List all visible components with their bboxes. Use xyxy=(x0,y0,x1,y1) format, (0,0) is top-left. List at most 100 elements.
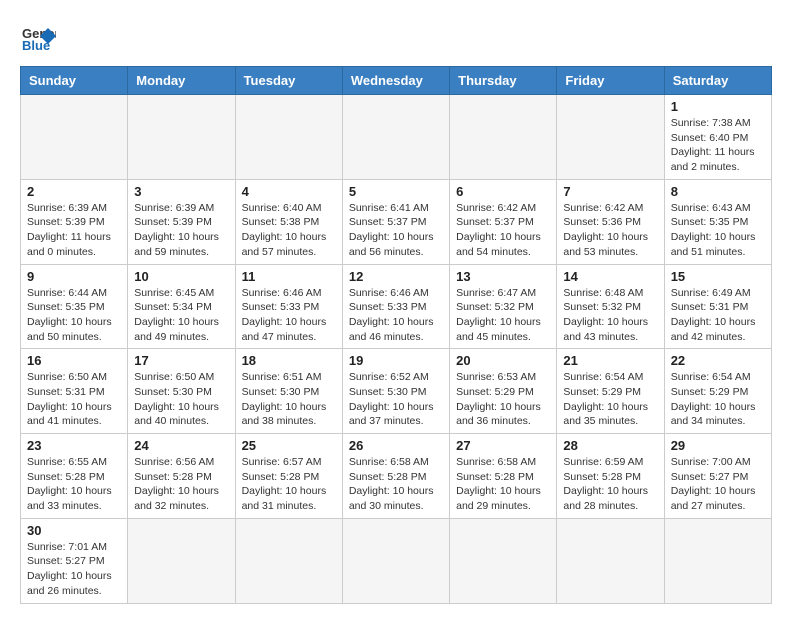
weekday-header-monday: Monday xyxy=(128,67,235,95)
calendar-day-cell: 21Sunrise: 6:54 AM Sunset: 5:29 PM Dayli… xyxy=(557,349,664,434)
day-number: 13 xyxy=(456,269,550,284)
day-number: 15 xyxy=(671,269,765,284)
calendar-day-cell: 10 Sunrise: 6:45 AM Sunset: 5:34 PM Dayli… xyxy=(128,264,235,349)
calendar-day-cell xyxy=(128,518,235,603)
day-number: 18 xyxy=(242,353,336,368)
day-info: Sunrise: 6:44 AM Sunset: 5:35 PM Dayligh… xyxy=(27,286,121,345)
day-number: 20 xyxy=(456,353,550,368)
calendar-day-cell: 23Sunrise: 6:55 AM Sunset: 5:28 PM Dayli… xyxy=(21,434,128,519)
day-info: Sunrise: 6:48 AM Sunset: 5:32 PM Dayligh… xyxy=(563,286,657,345)
calendar-day-cell xyxy=(557,95,664,180)
day-info: Sunrise: 6:46 AM Sunset: 5:33 PM Dayligh… xyxy=(242,286,336,345)
day-info: Sunrise: 6:43 AM Sunset: 5:35 PM Dayligh… xyxy=(671,201,765,260)
day-info: Sunrise: 6:47 AM Sunset: 5:32 PM Dayligh… xyxy=(456,286,550,345)
day-number: 6 xyxy=(456,184,550,199)
weekday-header-sunday: Sunday xyxy=(21,67,128,95)
day-info: Sunrise: 6:46 AM Sunset: 5:33 PM Dayligh… xyxy=(349,286,443,345)
calendar-day-cell: 19 Sunrise: 6:52 AM Sunset: 5:30 PM Dayli… xyxy=(342,349,449,434)
calendar-day-cell: 22 Sunrise: 6:54 AM Sunset: 5:29 PM Dayli… xyxy=(664,349,771,434)
day-info: Sunrise: 6:45 AM Sunset: 5:34 PM Dayligh… xyxy=(134,286,228,345)
calendar-day-cell: 30Sunrise: 7:01 AM Sunset: 5:27 PM Dayli… xyxy=(21,518,128,603)
calendar-day-cell: 15Sunrise: 6:49 AM Sunset: 5:31 PM Dayli… xyxy=(664,264,771,349)
weekday-header-tuesday: Tuesday xyxy=(235,67,342,95)
logo: General Blue xyxy=(20,20,56,56)
calendar-week-row: 23Sunrise: 6:55 AM Sunset: 5:28 PM Dayli… xyxy=(21,434,772,519)
day-number: 3 xyxy=(134,184,228,199)
calendar-day-cell xyxy=(235,518,342,603)
day-number: 26 xyxy=(349,438,443,453)
calendar-day-cell xyxy=(128,95,235,180)
day-number: 8 xyxy=(671,184,765,199)
calendar-day-cell: 27Sunrise: 6:58 AM Sunset: 5:28 PM Dayli… xyxy=(450,434,557,519)
day-number: 5 xyxy=(349,184,443,199)
calendar-week-row: 16 Sunrise: 6:50 AM Sunset: 5:31 PM Dayli… xyxy=(21,349,772,434)
day-info: Sunrise: 6:42 AM Sunset: 5:37 PM Dayligh… xyxy=(456,201,550,260)
calendar-day-cell: 12Sunrise: 6:46 AM Sunset: 5:33 PM Dayli… xyxy=(342,264,449,349)
calendar-day-cell xyxy=(235,95,342,180)
day-info: Sunrise: 6:52 AM Sunset: 5:30 PM Dayligh… xyxy=(349,370,443,429)
day-number: 17 xyxy=(134,353,228,368)
calendar-day-cell xyxy=(342,518,449,603)
calendar-day-cell: 4Sunrise: 6:40 AM Sunset: 5:38 PM Daylig… xyxy=(235,179,342,264)
day-info: Sunrise: 6:58 AM Sunset: 5:28 PM Dayligh… xyxy=(349,455,443,514)
day-info: Sunrise: 6:50 AM Sunset: 5:30 PM Dayligh… xyxy=(134,370,228,429)
calendar-day-cell: 6 Sunrise: 6:42 AM Sunset: 5:37 PM Daylig… xyxy=(450,179,557,264)
day-number: 10 xyxy=(134,269,228,284)
calendar-day-cell: 20 Sunrise: 6:53 AM Sunset: 5:29 PM Dayli… xyxy=(450,349,557,434)
day-info: Sunrise: 6:59 AM Sunset: 5:28 PM Dayligh… xyxy=(563,455,657,514)
day-info: Sunrise: 6:56 AM Sunset: 5:28 PM Dayligh… xyxy=(134,455,228,514)
day-info: Sunrise: 6:51 AM Sunset: 5:30 PM Dayligh… xyxy=(242,370,336,429)
calendar-day-cell: 18 Sunrise: 6:51 AM Sunset: 5:30 PM Dayli… xyxy=(235,349,342,434)
day-info: Sunrise: 7:00 AM Sunset: 5:27 PM Dayligh… xyxy=(671,455,765,514)
day-number: 25 xyxy=(242,438,336,453)
calendar-day-cell: 8 Sunrise: 6:43 AM Sunset: 5:35 PM Daylig… xyxy=(664,179,771,264)
day-number: 29 xyxy=(671,438,765,453)
day-number: 16 xyxy=(27,353,121,368)
day-number: 9 xyxy=(27,269,121,284)
day-number: 2 xyxy=(27,184,121,199)
weekday-header-thursday: Thursday xyxy=(450,67,557,95)
day-number: 1 xyxy=(671,99,765,114)
calendar-day-cell: 26 Sunrise: 6:58 AM Sunset: 5:28 PM Dayli… xyxy=(342,434,449,519)
day-info: Sunrise: 6:42 AM Sunset: 5:36 PM Dayligh… xyxy=(563,201,657,260)
calendar-week-row: 9 Sunrise: 6:44 AM Sunset: 5:35 PM Daylig… xyxy=(21,264,772,349)
day-info: Sunrise: 6:50 AM Sunset: 5:31 PM Dayligh… xyxy=(27,370,121,429)
day-info: Sunrise: 6:58 AM Sunset: 5:28 PM Dayligh… xyxy=(456,455,550,514)
page-header: General Blue xyxy=(20,20,772,56)
calendar-week-row: 1Sunrise: 7:38 AM Sunset: 6:40 PM Daylig… xyxy=(21,95,772,180)
day-info: Sunrise: 6:53 AM Sunset: 5:29 PM Dayligh… xyxy=(456,370,550,429)
weekday-header-friday: Friday xyxy=(557,67,664,95)
day-info: Sunrise: 6:39 AM Sunset: 5:39 PM Dayligh… xyxy=(27,201,121,260)
calendar-day-cell: 9 Sunrise: 6:44 AM Sunset: 5:35 PM Daylig… xyxy=(21,264,128,349)
weekday-header-row: SundayMondayTuesdayWednesdayThursdayFrid… xyxy=(21,67,772,95)
day-info: Sunrise: 6:54 AM Sunset: 5:29 PM Dayligh… xyxy=(671,370,765,429)
day-info: Sunrise: 6:41 AM Sunset: 5:37 PM Dayligh… xyxy=(349,201,443,260)
calendar-day-cell: 14 Sunrise: 6:48 AM Sunset: 5:32 PM Dayli… xyxy=(557,264,664,349)
calendar-day-cell: 11 Sunrise: 6:46 AM Sunset: 5:33 PM Dayli… xyxy=(235,264,342,349)
weekday-header-saturday: Saturday xyxy=(664,67,771,95)
calendar-day-cell: 16 Sunrise: 6:50 AM Sunset: 5:31 PM Dayli… xyxy=(21,349,128,434)
calendar-week-row: 2 Sunrise: 6:39 AM Sunset: 5:39 PM Daylig… xyxy=(21,179,772,264)
calendar-day-cell: 1Sunrise: 7:38 AM Sunset: 6:40 PM Daylig… xyxy=(664,95,771,180)
calendar-day-cell xyxy=(664,518,771,603)
day-number: 19 xyxy=(349,353,443,368)
day-number: 22 xyxy=(671,353,765,368)
calendar-day-cell: 13 Sunrise: 6:47 AM Sunset: 5:32 PM Dayli… xyxy=(450,264,557,349)
calendar-day-cell xyxy=(342,95,449,180)
calendar-day-cell: 24 Sunrise: 6:56 AM Sunset: 5:28 PM Dayli… xyxy=(128,434,235,519)
day-number: 24 xyxy=(134,438,228,453)
calendar-day-cell xyxy=(450,518,557,603)
calendar-table: SundayMondayTuesdayWednesdayThursdayFrid… xyxy=(20,66,772,604)
calendar-day-cell: 5 Sunrise: 6:41 AM Sunset: 5:37 PM Daylig… xyxy=(342,179,449,264)
day-info: Sunrise: 6:40 AM Sunset: 5:38 PM Dayligh… xyxy=(242,201,336,260)
calendar-day-cell: 29 Sunrise: 7:00 AM Sunset: 5:27 PM Dayli… xyxy=(664,434,771,519)
day-number: 21 xyxy=(563,353,657,368)
day-info: Sunrise: 7:01 AM Sunset: 5:27 PM Dayligh… xyxy=(27,540,121,599)
calendar-day-cell xyxy=(21,95,128,180)
day-number: 11 xyxy=(242,269,336,284)
logo-icon: General Blue xyxy=(20,20,56,56)
day-number: 7 xyxy=(563,184,657,199)
day-info: Sunrise: 6:57 AM Sunset: 5:28 PM Dayligh… xyxy=(242,455,336,514)
day-number: 14 xyxy=(563,269,657,284)
calendar-week-row: 30Sunrise: 7:01 AM Sunset: 5:27 PM Dayli… xyxy=(21,518,772,603)
